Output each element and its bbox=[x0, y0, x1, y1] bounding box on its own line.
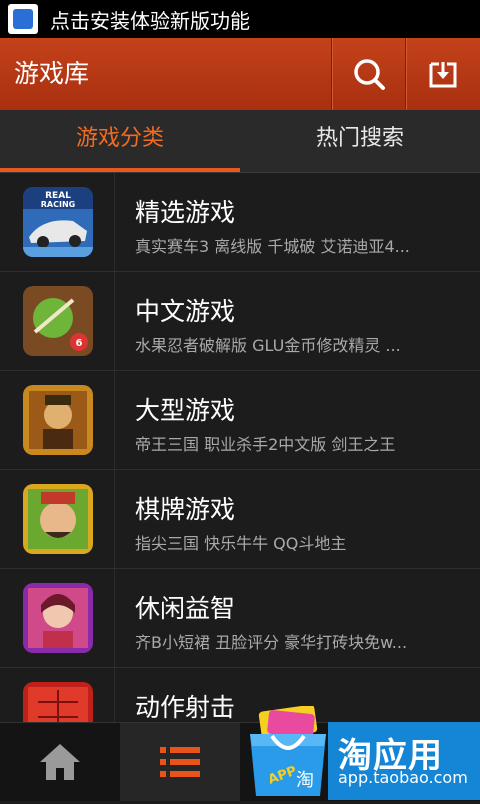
shopping-bag-icon: APP 淘 bbox=[242, 704, 334, 800]
category-subtitle: 齐B小短裙 丑脸评分 豪华打砖块免w... bbox=[135, 633, 408, 652]
nav-list-button[interactable] bbox=[120, 723, 240, 801]
download-manager-button[interactable] bbox=[405, 38, 479, 110]
category-row-large[interactable]: 大型游戏 帝王三国 职业杀手2中文版 剑王之王 bbox=[0, 371, 480, 470]
tab-bar: 游戏分类 热门搜索 bbox=[0, 110, 480, 173]
category-row-featured[interactable]: REAL RACING 精选游戏 真实赛车3 离线版 千城破 艾诺迪亚4... bbox=[0, 173, 480, 272]
spiderman-app-icon bbox=[23, 682, 93, 722]
bag-text-tao: 淘 bbox=[296, 770, 314, 791]
list-icon bbox=[160, 747, 200, 777]
category-title: 棋牌游戏 bbox=[135, 495, 236, 524]
three-kingdoms-app-icon bbox=[23, 484, 93, 554]
icon-label-racing: RACING bbox=[41, 200, 75, 209]
tab-game-categories[interactable]: 游戏分类 bbox=[0, 110, 240, 168]
category-subtitle: 指尖三国 快乐牛牛 QQ斗地主 bbox=[135, 534, 347, 553]
category-row-chinese[interactable]: 6 中文游戏 水果忍者破解版 GLU金币修改精灵 ... bbox=[0, 272, 480, 371]
svg-text:6: 6 bbox=[76, 338, 83, 349]
banner-url: app.taobao.com bbox=[338, 768, 468, 787]
app-header: 游戏库 bbox=[0, 38, 480, 110]
fruit-ninja-app-icon: 6 bbox=[23, 286, 93, 356]
taobao-app-banner[interactable]: APP 淘 淘应用 app.taobao.com bbox=[242, 704, 480, 800]
casual-game-app-icon bbox=[23, 583, 93, 653]
home-icon bbox=[40, 744, 80, 780]
download-icon bbox=[429, 62, 456, 88]
notification-text[interactable]: 点击安装体验新版功能 bbox=[50, 5, 250, 34]
category-title: 动作射击 bbox=[135, 693, 236, 722]
category-title: 精选游戏 bbox=[135, 198, 236, 227]
category-title: 大型游戏 bbox=[135, 396, 236, 425]
category-title: 中文游戏 bbox=[135, 297, 236, 326]
category-row-casual[interactable]: 休闲益智 齐B小短裙 丑脸评分 豪华打砖块免w... bbox=[0, 569, 480, 668]
category-list[interactable]: REAL RACING 精选游戏 真实赛车3 离线版 千城破 艾诺迪亚4... … bbox=[0, 173, 480, 722]
baidu-notification-icon bbox=[8, 4, 38, 34]
page-title: 游戏库 bbox=[14, 59, 90, 88]
search-button[interactable] bbox=[331, 38, 405, 110]
nav-home-button[interactable] bbox=[0, 723, 120, 801]
status-bar: 点击安装体验新版功能 bbox=[0, 0, 480, 38]
category-title: 休闲益智 bbox=[135, 594, 236, 623]
category-subtitle: 真实赛车3 离线版 千城破 艾诺迪亚4... bbox=[135, 237, 410, 256]
category-row-board[interactable]: 棋牌游戏 指尖三国 快乐牛牛 QQ斗地主 bbox=[0, 470, 480, 569]
real-racing-app-icon: REAL RACING bbox=[23, 187, 93, 257]
search-icon bbox=[353, 59, 385, 90]
active-tab-indicator bbox=[0, 168, 240, 172]
tab-hot-search[interactable]: 热门搜索 bbox=[240, 110, 480, 168]
emperor-game-app-icon bbox=[23, 385, 93, 455]
category-subtitle: 帝王三国 职业杀手2中文版 剑王之王 bbox=[135, 435, 396, 454]
category-subtitle: 水果忍者破解版 GLU金币修改精灵 ... bbox=[135, 336, 401, 355]
